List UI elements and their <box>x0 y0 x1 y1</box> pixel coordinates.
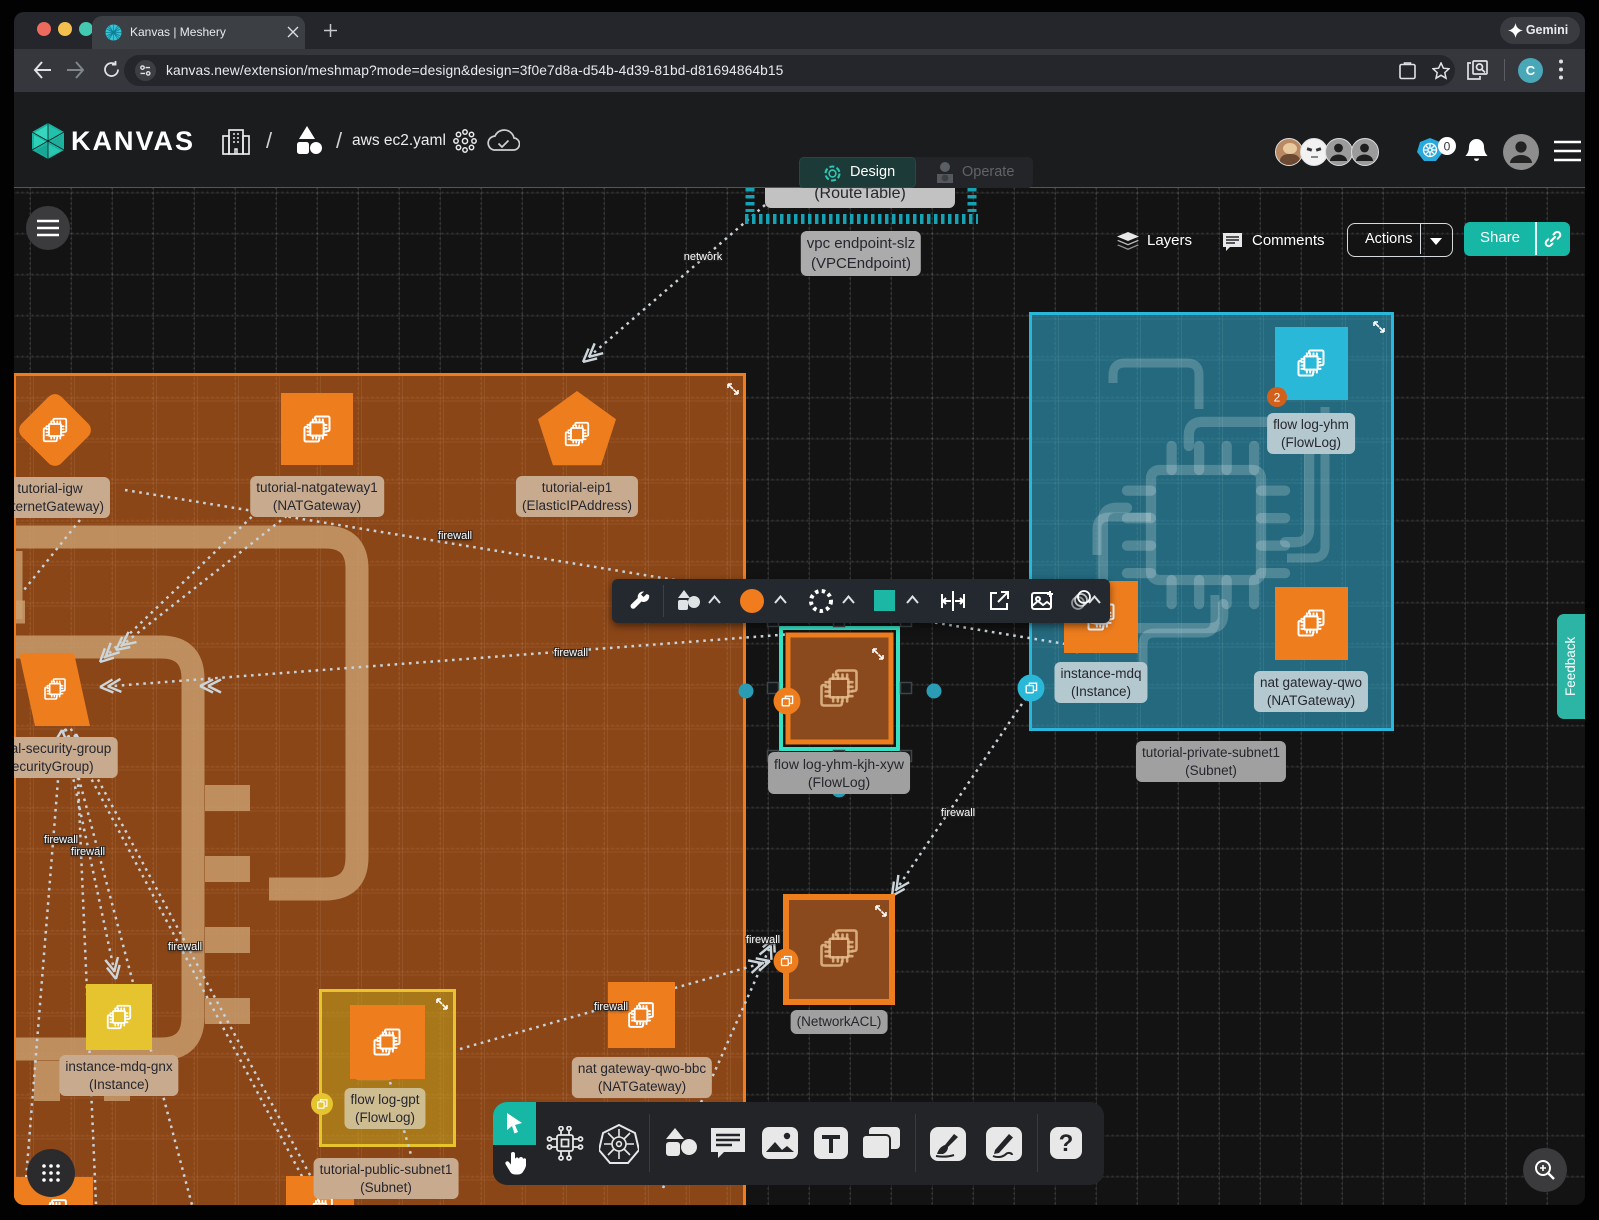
svg-text:0: 0 <box>1444 140 1451 154</box>
svg-text:?: ? <box>1059 1130 1074 1157</box>
